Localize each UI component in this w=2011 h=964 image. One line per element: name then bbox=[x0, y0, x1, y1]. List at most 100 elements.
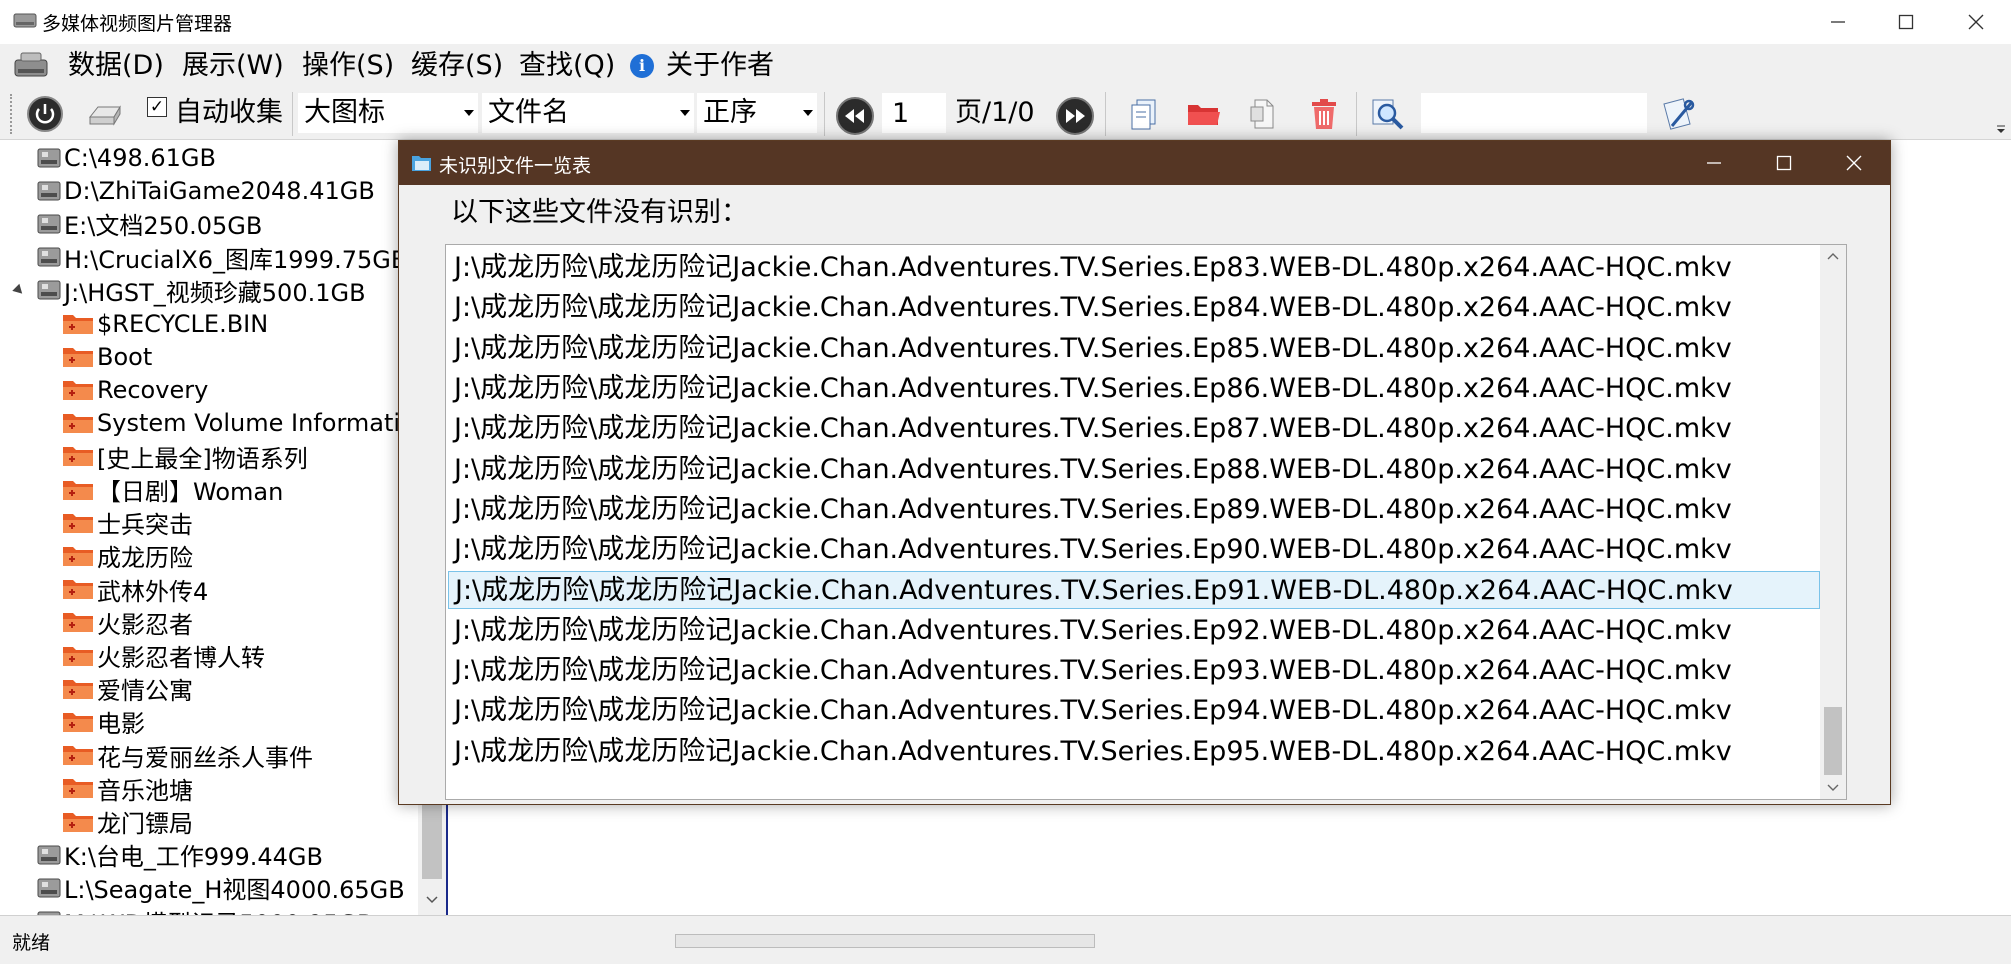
menu-about[interactable]: 关于作者 bbox=[666, 49, 774, 83]
menu-search[interactable]: 查找(Q) bbox=[519, 49, 615, 83]
list-item[interactable]: J:\成龙历险\成龙历险记Jackie.Chan.Adventures.TV.S… bbox=[448, 652, 1820, 690]
scroll-down-icon[interactable] bbox=[426, 895, 438, 905]
tools-button[interactable] bbox=[1660, 94, 1700, 134]
maximize-button[interactable] bbox=[1871, 0, 1941, 44]
next-page-button[interactable] bbox=[1056, 97, 1094, 135]
list-item[interactable]: J:\成龙历险\成龙历险记Jackie.Chan.Adventures.TV.S… bbox=[448, 491, 1820, 529]
sort-field-select[interactable]: 文件名 bbox=[482, 93, 694, 133]
tree-folder-item[interactable]: 爱情公寓 bbox=[62, 672, 193, 705]
list-item[interactable]: J:\成龙历险\成龙历险记Jackie.Chan.Adventures.TV.S… bbox=[448, 531, 1820, 569]
tree-folder-item[interactable]: Recovery bbox=[62, 373, 208, 406]
tree-drive-item[interactable]: K:\台电_工作999.44GB bbox=[36, 838, 323, 871]
toolbar-grip[interactable] bbox=[10, 94, 13, 134]
minimize-button[interactable] bbox=[1803, 0, 1873, 44]
drive-icon bbox=[37, 247, 61, 267]
folder-icon bbox=[63, 646, 93, 666]
tree-folder-item[interactable]: 花与爱丽丝杀人事件 bbox=[62, 739, 313, 772]
copy-button[interactable] bbox=[1124, 94, 1164, 134]
page-info-label: 页/1/0 bbox=[955, 97, 1035, 128]
menu-data[interactable]: 数据(D) bbox=[68, 49, 164, 83]
folder-icon bbox=[63, 513, 93, 533]
tree-drive-item[interactable]: J:\HGST_视频珍藏500.1GB bbox=[36, 274, 366, 307]
tree-folder-item[interactable]: 音乐池塘 bbox=[62, 772, 193, 805]
folder-icon bbox=[63, 613, 93, 633]
menu-cache[interactable]: 缓存(S) bbox=[411, 49, 503, 83]
tree-folder-item[interactable]: 成龙历险 bbox=[62, 539, 193, 572]
list-item[interactable]: J:\成龙历险\成龙历险记Jackie.Chan.Adventures.TV.S… bbox=[448, 330, 1820, 368]
folder-icon bbox=[63, 679, 93, 699]
menu-display[interactable]: 展示(W) bbox=[182, 49, 284, 83]
view-mode-select[interactable]: 大图标 bbox=[298, 93, 478, 133]
page-number-input[interactable] bbox=[882, 93, 946, 133]
tree-folder-item[interactable]: 火影忍者 bbox=[62, 606, 193, 639]
window-title: 多媒体视频图片管理器 bbox=[42, 13, 233, 35]
list-scrollbar-thumb[interactable] bbox=[1824, 707, 1842, 775]
tree-drive-item[interactable]: C:\498.61GB bbox=[36, 141, 216, 174]
delete-button[interactable] bbox=[1304, 94, 1344, 134]
dialog-maximize-button[interactable] bbox=[1749, 141, 1819, 185]
tree-folder-item[interactable]: Boot bbox=[62, 340, 152, 373]
tree-item-label: Boot bbox=[97, 342, 153, 371]
dialog-titlebar: 未识别文件一览表 bbox=[399, 141, 1890, 185]
menu-operation[interactable]: 操作(S) bbox=[302, 49, 394, 83]
tree-drive-item[interactable]: L:\Seagate_H视图4000.65GB bbox=[36, 871, 405, 904]
refresh-button[interactable] bbox=[25, 94, 65, 134]
copy-icon bbox=[1131, 99, 1156, 130]
open-folder-button[interactable] bbox=[1184, 94, 1224, 134]
dialog-close-button[interactable] bbox=[1819, 141, 1889, 185]
tree-folder-item[interactable]: $RECYCLE.BIN bbox=[62, 307, 268, 340]
search-button[interactable] bbox=[1368, 94, 1408, 134]
unrecognized-files-list[interactable]: J:\成龙历险\成龙历险记Jackie.Chan.Adventures.TV.S… bbox=[445, 244, 1847, 800]
scroll-up-icon[interactable] bbox=[1827, 251, 1839, 263]
list-item[interactable]: J:\成龙历险\成龙历险记Jackie.Chan.Adventures.TV.S… bbox=[448, 249, 1820, 287]
list-item[interactable]: J:\成龙历险\成龙历险记Jackie.Chan.Adventures.TV.S… bbox=[448, 451, 1820, 489]
dialog-minimize-button[interactable] bbox=[1679, 141, 1749, 185]
sort-order-select[interactable]: 正序 bbox=[697, 93, 817, 133]
close-icon bbox=[1968, 14, 1984, 30]
list-scrollbar[interactable] bbox=[1820, 245, 1846, 799]
search-input[interactable] bbox=[1421, 93, 1647, 133]
folder-tree[interactable]: M:\WD模型记录5000.95GBL:\Seagate_H视图4000.65G… bbox=[0, 141, 448, 915]
tree-drive-item[interactable]: D:\ZhiTaiGame2048.41GB bbox=[36, 174, 375, 207]
import-button[interactable] bbox=[85, 94, 125, 134]
tree-folder-item[interactable]: 龙门镖局 bbox=[62, 805, 193, 838]
status-bar: 就绪 bbox=[0, 915, 2011, 964]
previous-page-icon bbox=[845, 109, 864, 123]
list-item[interactable]: J:\成龙历险\成龙历险记Jackie.Chan.Adventures.TV.S… bbox=[448, 289, 1820, 327]
tree-item-label: 电影 bbox=[97, 710, 145, 739]
duplicate-button[interactable] bbox=[1244, 94, 1284, 134]
tree-folder-item[interactable]: System Volume Information bbox=[62, 407, 430, 440]
toolbar-overflow-icon[interactable] bbox=[1996, 124, 2006, 134]
tree-item-label: D:\ZhiTaiGame2048.41GB bbox=[64, 176, 375, 205]
list-item[interactable]: J:\成龙历险\成龙历险记Jackie.Chan.Adventures.TV.S… bbox=[448, 612, 1820, 650]
tree-folder-item[interactable]: 武林外传4 bbox=[62, 573, 208, 606]
previous-page-button[interactable] bbox=[836, 97, 874, 135]
list-item[interactable]: J:\成龙历险\成龙历险记Jackie.Chan.Adventures.TV.S… bbox=[448, 733, 1820, 771]
tree-folder-item[interactable]: 电影 bbox=[62, 705, 145, 738]
tree-item-label: 成龙历险 bbox=[97, 544, 193, 573]
tree-folder-item[interactable]: 【日剧】Woman bbox=[62, 473, 283, 506]
list-item[interactable]: J:\成龙历险\成龙历险记Jackie.Chan.Adventures.TV.S… bbox=[448, 410, 1820, 448]
list-item[interactable]: J:\成龙历险\成龙历险记Jackie.Chan.Adventures.TV.S… bbox=[448, 571, 1820, 610]
tree-drive-item[interactable]: H:\CrucialX6_图库1999.75GB bbox=[36, 241, 407, 274]
list-item[interactable]: J:\成龙历险\成龙历险记Jackie.Chan.Adventures.TV.S… bbox=[448, 370, 1820, 408]
tree-folder-item[interactable]: [史上最全]物语系列 bbox=[62, 440, 308, 473]
auto-collect-checkbox[interactable]: ✓ bbox=[147, 97, 167, 117]
folder-icon bbox=[63, 480, 93, 500]
toolbar: ✓ 自动收集 大图标 文件名 正序 页/1/0 bbox=[0, 88, 2011, 140]
tree-expander-icon[interactable] bbox=[12, 283, 26, 298]
tree-item-label: 音乐池塘 bbox=[97, 776, 193, 805]
sort-order-value: 正序 bbox=[703, 97, 757, 128]
folder-icon bbox=[63, 347, 93, 367]
list-item[interactable]: J:\成龙历险\成龙历险记Jackie.Chan.Adventures.TV.S… bbox=[448, 692, 1820, 730]
drive-icon bbox=[37, 214, 61, 234]
tree-folder-item[interactable]: 火影忍者博人转 bbox=[62, 639, 265, 672]
app-logo-icon bbox=[14, 52, 48, 77]
drive-icon bbox=[37, 148, 61, 167]
tree-folder-item[interactable]: 士兵突击 bbox=[62, 506, 193, 539]
scroll-down-icon[interactable] bbox=[1827, 781, 1839, 793]
tree-drive-item[interactable]: M:\WD模型记录5000.95GB bbox=[36, 905, 373, 915]
tree-drive-item[interactable]: E:\文档250.05GB bbox=[36, 207, 262, 240]
close-button[interactable] bbox=[1941, 0, 2011, 44]
toolbar-separator bbox=[292, 92, 293, 136]
